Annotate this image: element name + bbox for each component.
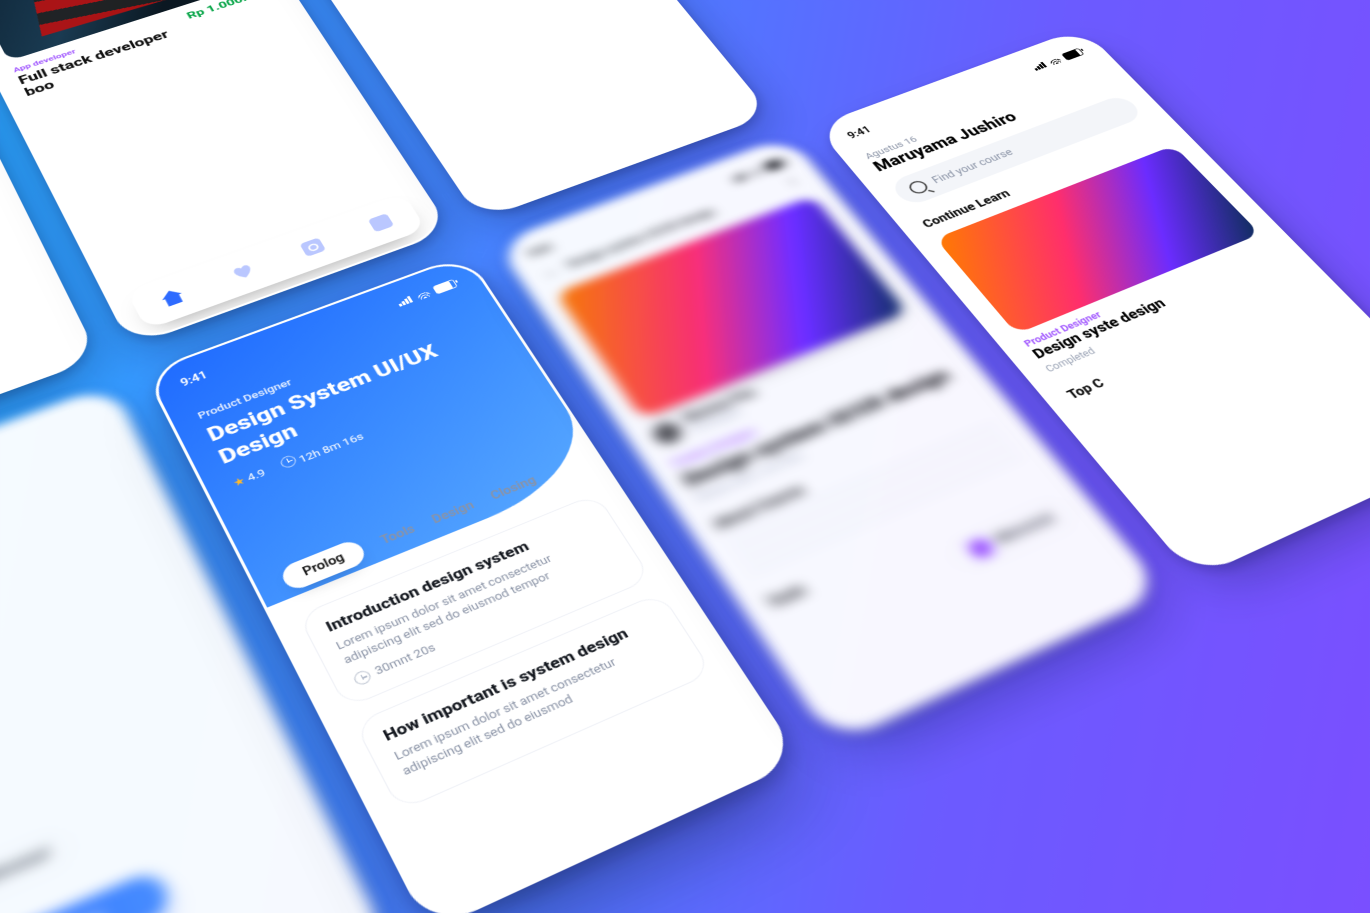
home-icon[interactable] bbox=[159, 287, 186, 307]
lesson-card[interactable]: Introduction design system Lorem ipsum d… bbox=[298, 493, 653, 709]
heart-icon[interactable] bbox=[230, 262, 257, 282]
lesson-title: How important is system design bbox=[380, 612, 661, 745]
tab-prolog[interactable]: Prolog bbox=[278, 537, 369, 592]
more-icon[interactable]: ⋮ bbox=[783, 174, 803, 187]
lesson-blurb: Lorem ipsum dolor sit amet consectetur a… bbox=[392, 632, 683, 780]
lesson-title: Introduction design system bbox=[323, 512, 596, 636]
battery-icon bbox=[1061, 47, 1084, 60]
tab-closing[interactable]: Closing bbox=[488, 474, 538, 503]
tool-chip-whimsical: Whimsical bbox=[0, 827, 76, 913]
lesson-card[interactable]: How important is system design Lorem ips… bbox=[354, 592, 713, 811]
back-icon[interactable]: ← bbox=[539, 262, 563, 280]
camera-icon[interactable] bbox=[300, 237, 327, 257]
signal-icon bbox=[396, 295, 414, 306]
battery-icon bbox=[432, 278, 458, 293]
wifi-icon bbox=[1047, 56, 1062, 65]
tool-chip-whimsical: Whimsical bbox=[945, 496, 1080, 573]
rating: ★ 4.9 bbox=[231, 467, 268, 489]
search-placeholder: Find your course bbox=[930, 147, 1016, 185]
avatar bbox=[648, 418, 685, 447]
clock-icon bbox=[278, 453, 298, 469]
status-time: 9:41 bbox=[526, 241, 556, 259]
lesson-duration: 30mnt 20s bbox=[373, 641, 438, 678]
wifi-icon bbox=[748, 166, 764, 176]
class-detail-blur: UX design Whimsical Visit Class bbox=[0, 383, 393, 913]
tab-tools[interactable]: Tools bbox=[379, 522, 418, 547]
tab-design[interactable]: Design bbox=[430, 498, 477, 526]
clock-icon bbox=[352, 668, 373, 686]
battery-icon bbox=[763, 157, 787, 171]
visit-class-button: Visit Class bbox=[0, 868, 174, 913]
signal-icon bbox=[1032, 61, 1048, 70]
tools-heading: Tools bbox=[764, 476, 1052, 611]
lesson-blurb: Lorem ipsum dolor sit amet consectetur a… bbox=[334, 530, 616, 668]
search-icon bbox=[906, 178, 931, 195]
whimsical-icon bbox=[967, 537, 996, 559]
star-icon: ★ bbox=[231, 474, 248, 489]
wifi-icon bbox=[415, 288, 431, 299]
activity-icon[interactable] bbox=[368, 213, 395, 232]
lesson-tabs: Prolog Tools Design Closing bbox=[278, 453, 580, 592]
status-time: 9:41 bbox=[845, 124, 873, 140]
signal-icon bbox=[731, 172, 748, 182]
